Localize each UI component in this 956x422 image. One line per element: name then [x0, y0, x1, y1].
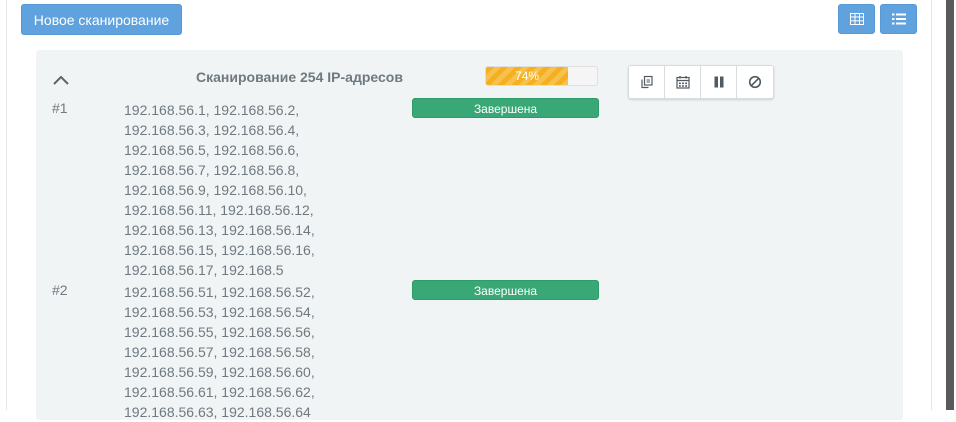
table-view-button[interactable]: [838, 4, 875, 34]
list-icon: [892, 13, 906, 25]
table-icon: [850, 13, 864, 25]
cancel-button[interactable]: [737, 66, 773, 98]
scrollbar[interactable]: [944, 0, 956, 410]
new-scan-button[interactable]: Новое сканирование: [21, 4, 182, 35]
calendar-icon: [676, 76, 690, 89]
chevron-up-icon[interactable]: [52, 74, 70, 86]
pause-icon: [714, 76, 724, 88]
row-index: #1: [52, 100, 68, 116]
scan-actions: [628, 65, 774, 99]
scan-title: Сканирование 254 IP-адресов: [196, 69, 403, 85]
pause-button[interactable]: [701, 66, 737, 98]
row-ip-list: 192.168.56.51, 192.168.56.52, 192.168.56…: [124, 284, 315, 420]
copy-button[interactable]: [629, 66, 665, 98]
list-view-button[interactable]: [880, 4, 917, 34]
scrollbar-thumb[interactable]: [946, 0, 954, 410]
row-ip-list: 192.168.56.1, 192.168.56.2, 192.168.56.3…: [124, 102, 315, 278]
scan-card: Сканирование 254 IP-адресов 74% #1 192.1…: [36, 50, 903, 420]
schedule-button[interactable]: [665, 66, 701, 98]
scan-progress-bar: 74%: [485, 66, 598, 86]
progress-label: 74%: [515, 69, 540, 83]
copy-icon: [641, 75, 653, 89]
status-badge: Завершена: [412, 280, 599, 300]
cancel-icon: [748, 75, 762, 89]
row-index: #2: [52, 282, 68, 298]
status-badge: Завершена: [412, 98, 599, 118]
